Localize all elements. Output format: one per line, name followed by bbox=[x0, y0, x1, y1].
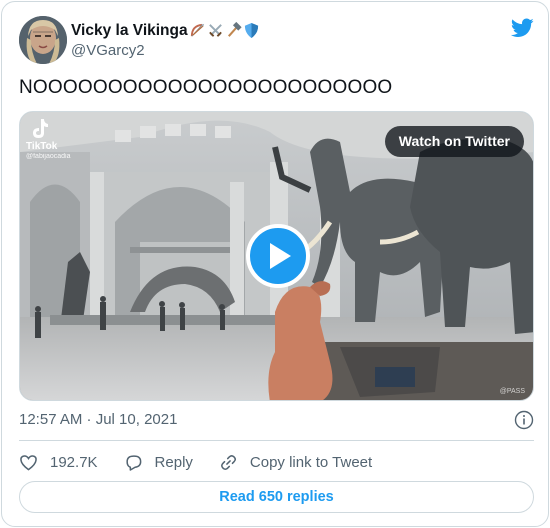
tiktok-label: TikTok bbox=[26, 141, 58, 152]
like-button[interactable]: 192.7K bbox=[19, 453, 98, 472]
bow-and-arrow-icon bbox=[190, 23, 204, 37]
reply-label: Reply bbox=[154, 453, 193, 471]
video-watermark: @PASS bbox=[499, 388, 525, 395]
tweet-actions: 192.7K Reply Copy link to Tweet bbox=[19, 450, 372, 474]
reply-button[interactable]: Reply bbox=[124, 453, 193, 472]
tweet-text: NOOOOOOOOOOOOOOOOOOOOOOOO bbox=[19, 77, 393, 98]
link-icon bbox=[220, 454, 236, 470]
avatar-image bbox=[19, 16, 67, 64]
shield-icon bbox=[244, 22, 258, 39]
avatar[interactable] bbox=[19, 16, 67, 64]
copy-link-button[interactable]: Copy link to Tweet bbox=[219, 453, 372, 472]
play-button[interactable] bbox=[246, 224, 310, 288]
twitter-bird-icon[interactable] bbox=[511, 18, 534, 38]
heart-icon bbox=[20, 454, 37, 471]
author-display-name-row[interactable]: Vicky la Vikinga bbox=[71, 21, 260, 40]
author-handle[interactable]: @VGarcy2 bbox=[71, 41, 260, 61]
info-icon[interactable] bbox=[514, 410, 534, 430]
tweet-header: Vicky la Vikinga @VGarcy2 bbox=[19, 16, 534, 64]
crossed-swords-icon bbox=[208, 24, 222, 37]
watch-on-twitter-button[interactable]: Watch on Twitter bbox=[384, 126, 524, 157]
name-emoji-row bbox=[189, 22, 260, 39]
tiktok-watermark: TikTok @fabijaocadia bbox=[26, 118, 70, 161]
divider bbox=[19, 440, 534, 441]
tiktok-user: @fabijaocadia bbox=[26, 153, 71, 160]
tweet-timestamp[interactable]: 12:57 AM · Jul 10, 2021 bbox=[19, 410, 177, 430]
author-names: Vicky la Vikinga @VGarcy2 bbox=[71, 21, 260, 61]
video-player[interactable]: TikTok @fabijaocadia Watch on Twitter @P… bbox=[19, 111, 534, 401]
play-icon bbox=[270, 243, 291, 269]
hammer-icon bbox=[227, 22, 242, 37]
read-replies-button[interactable]: Read 650 replies bbox=[19, 481, 534, 513]
reply-icon bbox=[125, 454, 141, 471]
copy-link-label: Copy link to Tweet bbox=[249, 453, 373, 471]
author-display-name[interactable]: Vicky la Vikinga bbox=[71, 21, 188, 40]
tiktok-icon bbox=[33, 119, 48, 138]
tweet-card: Vicky la Vikinga @VGarcy2 NOOOOOOOOOOOOO… bbox=[1, 1, 549, 527]
like-count: 192.7K bbox=[50, 453, 98, 471]
